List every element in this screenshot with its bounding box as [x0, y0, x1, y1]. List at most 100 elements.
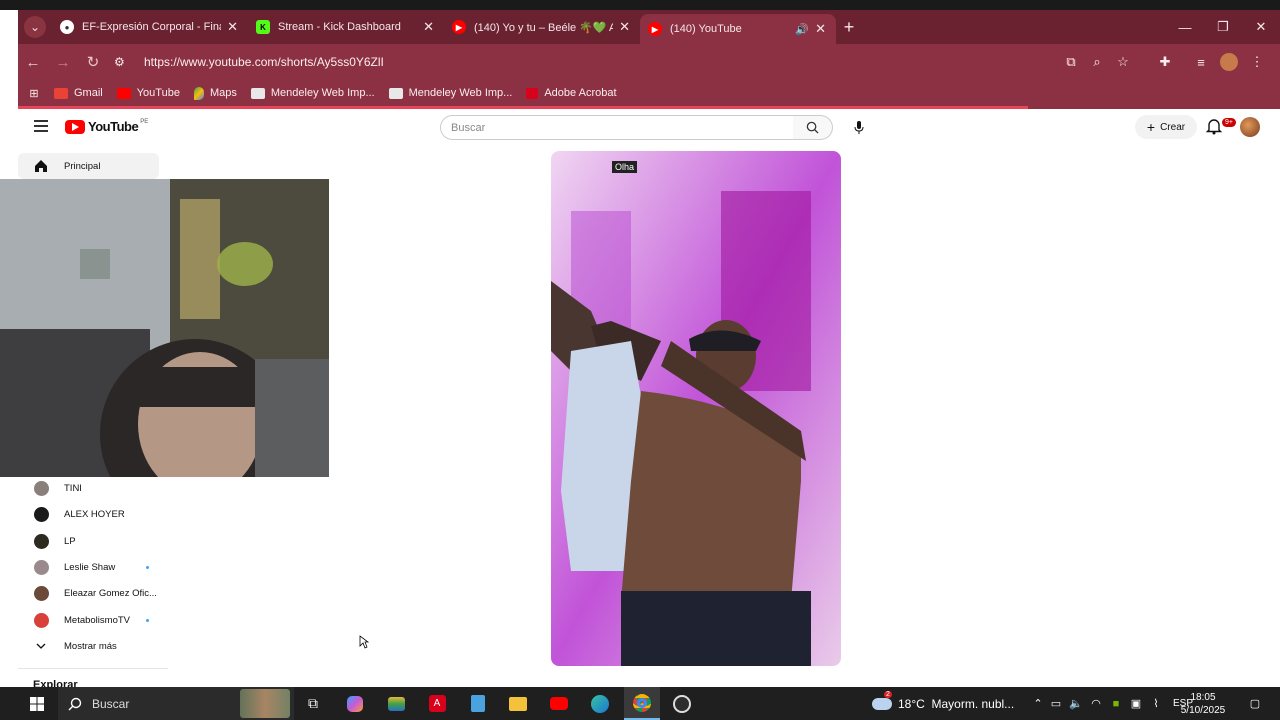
chevron-up-icon[interactable]: ⌃: [1030, 697, 1046, 710]
reload-icon[interactable]: ↻: [78, 53, 108, 71]
speaker-icon[interactable]: 🔊: [795, 23, 809, 36]
tab-search-button[interactable]: ⌄: [18, 10, 52, 44]
browser-toolbar: ← → ↻ ⚙ https://www.youtube.com/shorts/A…: [18, 44, 1280, 80]
bookmark-gmail[interactable]: Gmail: [54, 87, 103, 99]
volume-icon[interactable]: 🔈: [1066, 697, 1086, 710]
show-more-button[interactable]: Mostrar más: [18, 633, 159, 659]
chrome-taskbar-icon[interactable]: [624, 687, 660, 720]
bookmark-label: Adobe Acrobat: [544, 87, 617, 99]
minimize-icon[interactable]: —: [1166, 10, 1204, 44]
browser-tab-4-active[interactable]: ▶ (140) YouTube 🔊 ✕: [640, 14, 836, 44]
kick-favicon-icon: K: [256, 20, 270, 34]
microphone-icon: [854, 120, 863, 134]
bookmark-label: YouTube: [136, 87, 180, 99]
network-icon[interactable]: ⌇: [1146, 697, 1166, 710]
bookmark-youtube[interactable]: YouTube: [116, 87, 180, 99]
close-tab-icon[interactable]: ✕: [619, 19, 630, 35]
youtube-app-icon[interactable]: [547, 687, 571, 720]
subscription-metabolismotv[interactable]: MetabolismoTV: [18, 607, 159, 633]
close-tab-icon[interactable]: ✕: [815, 21, 826, 37]
site-info-icon[interactable]: ⚙: [114, 55, 134, 69]
search-input[interactable]: Buscar: [440, 115, 794, 140]
forward-icon[interactable]: →: [48, 54, 78, 71]
bookmark-adobe-acrobat[interactable]: Adobe Acrobat: [526, 87, 617, 99]
bookmark-mendeley-1[interactable]: Mendeley Web Imp...: [250, 87, 375, 99]
gmail-icon: [54, 87, 68, 99]
taskbar-search-input[interactable]: Buscar: [58, 687, 294, 720]
menu-hamburger-icon[interactable]: [34, 120, 48, 132]
subscription-eleazar-gomez[interactable]: Eleazar Gomez Ofic...: [18, 580, 159, 606]
taskbar-search-placeholder: Buscar: [92, 696, 130, 711]
task-view-icon[interactable]: ⧉: [301, 687, 325, 720]
plus-icon: +: [1146, 119, 1156, 135]
video-frame-image: [551, 151, 841, 666]
file-explorer-icon[interactable]: [506, 687, 530, 720]
battery-icon[interactable]: ▭: [1046, 697, 1066, 710]
account-avatar[interactable]: [1240, 117, 1260, 137]
subscription-leslie-shaw[interactable]: Leslie Shaw: [18, 554, 159, 580]
weather-widget[interactable]: 18°C Mayorm. nubl... 2: [872, 687, 1014, 720]
windows-logo-icon: [30, 696, 44, 711]
bookmark-maps[interactable]: Maps: [193, 86, 237, 100]
stacked-app-icon[interactable]: [384, 687, 408, 720]
bookmark-mendeley-2[interactable]: Mendeley Web Imp...: [388, 87, 512, 99]
page-icon: [388, 87, 403, 99]
device-icon[interactable]: ▣: [1126, 697, 1146, 710]
calculator-icon[interactable]: [466, 687, 490, 720]
close-window-icon[interactable]: ✕: [1242, 10, 1280, 44]
subscription-alex-hoyer[interactable]: ALEX HOYER: [18, 501, 159, 527]
close-tab-icon[interactable]: ✕: [227, 19, 238, 35]
tab-title: (140) YouTube: [670, 23, 742, 35]
back-icon[interactable]: ←: [18, 54, 48, 71]
search-button[interactable]: [793, 115, 833, 140]
create-button[interactable]: + Crear: [1135, 115, 1197, 139]
youtube-logo[interactable]: YouTube PE: [65, 119, 148, 134]
browser-tab-3[interactable]: ▶ (140) Yo y tu – Beéle 🌴💚 Ar ✕: [444, 10, 640, 44]
channel-avatar: [33, 559, 49, 575]
subscription-tini[interactable]: TINI: [18, 475, 159, 501]
apps-grid-icon[interactable]: ⊞: [18, 87, 50, 100]
sidebar-item-label: Principal: [64, 160, 101, 172]
search-highlight-icon: [240, 689, 290, 718]
channel-name: ALEX HOYER: [64, 508, 125, 520]
address-bar[interactable]: ⚙ https://www.youtube.com/shorts/Ay5ss0Y…: [114, 48, 1134, 76]
extensions-icon[interactable]: ✚: [1152, 54, 1178, 70]
browser-tab-2[interactable]: K Stream - Kick Dashboard ✕: [248, 10, 444, 44]
chevron-down-icon: ⌄: [24, 16, 46, 38]
edge-icon[interactable]: [588, 687, 612, 720]
media-controls-icon[interactable]: ≡: [1188, 55, 1214, 70]
wifi-icon[interactable]: ◠: [1086, 697, 1106, 710]
create-label: Crear: [1160, 121, 1186, 133]
channel-avatar: [33, 585, 49, 601]
new-tab-button[interactable]: +: [836, 17, 862, 38]
sidebar-item-home[interactable]: Principal: [18, 153, 159, 179]
shorts-video-player[interactable]: Olha: [551, 151, 841, 666]
profile-avatar-icon[interactable]: [1220, 53, 1238, 71]
channel-avatar: [33, 480, 49, 496]
acrobat-taskbar-icon[interactable]: A: [425, 687, 449, 720]
window-controls: — ❐ ✕: [1166, 10, 1280, 44]
zoom-icon[interactable]: ⌕: [1084, 54, 1110, 70]
bookmark-label: Gmail: [74, 87, 103, 99]
notification-center-icon[interactable]: ▢: [1244, 687, 1266, 720]
clock[interactable]: 18:05 5/10/2025: [1178, 687, 1228, 720]
start-button[interactable]: [22, 687, 52, 720]
cloud-weather-icon: [872, 697, 892, 710]
more-menu-icon[interactable]: ⋮: [1244, 54, 1270, 70]
nvidia-icon[interactable]: ■: [1106, 698, 1126, 710]
browser-tab-1[interactable]: ● EF-Expresión Corporal - Final Ex ✕: [52, 10, 248, 44]
channel-name: MetabolismoTV: [64, 614, 130, 626]
obs-icon[interactable]: [669, 687, 695, 720]
copilot-icon[interactable]: [343, 687, 367, 720]
tab-title: EF-Expresión Corporal - Final Ex: [82, 21, 221, 33]
subscription-lp[interactable]: LP: [18, 528, 159, 554]
voice-search-button[interactable]: [846, 115, 871, 140]
page-icon: [250, 87, 265, 99]
install-app-icon[interactable]: ⧉: [1058, 54, 1084, 70]
bookmark-star-icon[interactable]: ☆: [1110, 54, 1136, 70]
country-code: PE: [140, 119, 149, 125]
restore-icon[interactable]: ❐: [1204, 10, 1242, 44]
search-placeholder: Buscar: [451, 121, 486, 134]
close-tab-icon[interactable]: ✕: [423, 19, 434, 35]
short-text-sticker: Olha: [612, 161, 638, 173]
